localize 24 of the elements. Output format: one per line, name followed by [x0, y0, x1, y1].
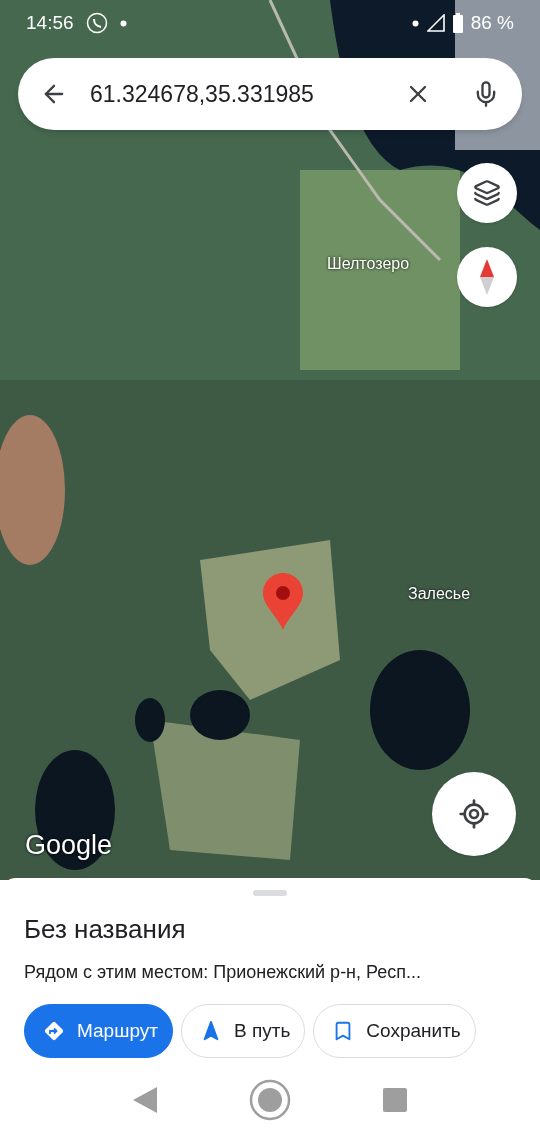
map-place-label: Шелтозеро — [327, 254, 410, 274]
search-bar[interactable]: 61.324678,35.331985 — [18, 58, 522, 130]
layers-icon — [473, 179, 501, 207]
place-address: Рядом с этим местом: Прионежский р-н, Респ... — [24, 961, 423, 984]
battery-percentage: 86 % — [470, 10, 514, 35]
notification-dot-icon — [119, 19, 127, 27]
home-nav-icon[interactable] — [249, 1079, 291, 1121]
drag-handle[interactable] — [253, 890, 287, 896]
phone-call-icon — [85, 12, 108, 34]
action-button[interactable]: В путь — [181, 1004, 306, 1058]
map-place-label: Залесье — [408, 584, 471, 604]
google-logo: Google — [25, 829, 113, 862]
action-button[interactable]: Сохранить — [313, 1004, 476, 1058]
action-button[interactable]: Маршрут — [24, 1004, 173, 1058]
status-time: 14:56 — [26, 10, 74, 35]
search-query: 61.324678,35.331985 — [90, 79, 315, 109]
my-location-icon — [458, 798, 490, 830]
notification-dot-icon — [411, 19, 419, 27]
signal-icon — [426, 14, 445, 32]
place-title: Без названия — [24, 913, 187, 946]
battery-icon — [452, 13, 463, 33]
location-pin-icon — [263, 573, 303, 630]
compass-icon — [480, 259, 494, 295]
back-nav-icon[interactable] — [133, 1087, 157, 1113]
